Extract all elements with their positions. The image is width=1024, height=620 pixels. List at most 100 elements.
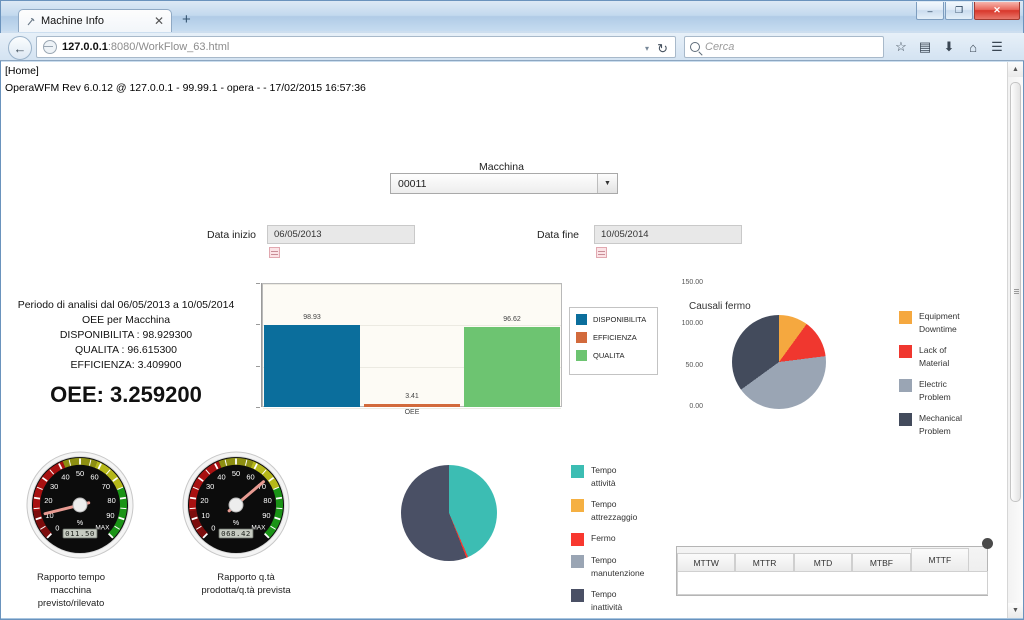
bar-chart-legend-item[interactable]: QUALITA (576, 350, 657, 361)
pie2-legend-item[interactable]: Tempo manutenzione (571, 554, 661, 580)
analysis-subtitle: OEE per Macchina (81, 314, 171, 326)
bar-chart-y-axis (261, 283, 262, 407)
analysis-period: Periodo di analisi dal 06/05/2013 a 10/0… (17, 299, 235, 311)
mtbf-column-header[interactable]: MTTW (677, 553, 736, 571)
gauge-tempo-macchina: 0 10 20 30 40 50 60 70 80 90 MAX% 011.50 (25, 450, 151, 560)
tab-machine-info[interactable]: Machine Info ✕ (18, 9, 172, 32)
bar-chart-gridline (263, 284, 561, 285)
bar-chart-legend-item[interactable]: DISPONIBILITA (576, 314, 657, 325)
svg-text:90: 90 (106, 511, 114, 520)
close-button[interactable]: ✕ (974, 2, 1020, 20)
legend-label: Tempo attrezzaggio (591, 499, 638, 522)
pie2-legend-item[interactable]: Fermo (571, 532, 661, 546)
bar-chart-y-tick-label: 0.00 (689, 403, 703, 410)
calendar-icon[interactable] (269, 247, 280, 258)
pie1-legend-item[interactable]: Electric Problem (899, 378, 1007, 404)
download-arrow-icon[interactable]: ⬇ (938, 36, 960, 58)
reader-list-icon[interactable]: ▤ (914, 36, 936, 58)
tab-favicon-icon (25, 15, 37, 27)
machine-select-value: 00011 (398, 177, 427, 190)
svg-text:MAX: MAX (95, 524, 110, 531)
pie1-legend-item[interactable]: Mechanical Problem (899, 412, 1007, 438)
chevron-down-icon[interactable]: ▼ (597, 174, 617, 193)
pie1-legend: Equipment Downtime Lack of Material Electric… (899, 310, 1007, 446)
pie2-legend-item[interactable]: Tempo attrezzaggio (571, 498, 661, 524)
pie1-legend-item[interactable]: Lack of Material (899, 344, 1007, 370)
bar-chart-bar[interactable] (464, 327, 560, 407)
search-placeholder: Cerca (705, 41, 735, 53)
pie1-legend-item[interactable]: Equipment Downtime (899, 310, 1007, 336)
legend-swatch-icon (571, 533, 584, 546)
back-button[interactable]: ← (8, 36, 32, 60)
gauge-caption: Rapporto q.tà prodotta/q.tà prevista (201, 572, 291, 596)
revision-info: OperaWFM Rev 6.0.12 @ 127.0.0.1 - 99.99.… (5, 82, 366, 94)
maximize-button[interactable]: ❐ (945, 2, 973, 20)
home-icon[interactable]: ⌂ (962, 36, 984, 58)
legend-label: Electric Problem (919, 379, 951, 402)
svg-text:40: 40 (61, 472, 69, 481)
bar-chart-legend: DISPONIBILITA EFFICIENZA QUALITA (569, 307, 658, 375)
mtbf-collapse-icon[interactable] (982, 538, 993, 549)
analysis-summary: Periodo di analisi dal 06/05/2013 a 10/0… (6, 298, 246, 408)
legend-label: Tempo attività (591, 465, 617, 488)
minimize-button[interactable]: – (916, 2, 944, 20)
window-controls: – ❐ ✕ (916, 2, 1020, 20)
mtbf-column-header[interactable]: MTBF (852, 553, 911, 571)
bar-chart-y-tick-mark (256, 365, 260, 367)
scroll-up-icon[interactable]: ▲ (1008, 62, 1023, 77)
machine-select[interactable]: 00011 ▼ (390, 173, 618, 194)
date-start-label: Data inizio (207, 229, 257, 241)
hamburger-menu-icon[interactable]: ☰ (986, 36, 1008, 58)
bar-chart-legend-item[interactable]: EFFICIENZA (576, 332, 657, 343)
analysis-efficienza: EFFICIENZA: 3.409900 (70, 359, 182, 371)
new-tab-button[interactable]: + (178, 12, 195, 28)
scroll-down-icon[interactable]: ▼ (1008, 603, 1023, 618)
bar-chart-bar[interactable] (364, 404, 460, 407)
reload-icon[interactable]: ↻ (657, 41, 668, 57)
mtbf-column-header[interactable]: MTD (793, 553, 853, 571)
vertical-scrollbar[interactable]: ▲ ▼ (1007, 62, 1023, 618)
bar-chart-y-tick-mark (256, 407, 260, 408)
scrollbar-grip-icon (1014, 289, 1019, 294)
mtbf-column-header[interactable]: MTTR (735, 553, 794, 571)
bar-chart-value-label: 98.93 (303, 314, 321, 322)
pie1-title: Causali fermo (689, 301, 751, 312)
bar-chart-y-tick-mark (256, 283, 260, 284)
legend-swatch-icon (899, 345, 912, 358)
chevron-down-icon[interactable]: ▾ (645, 44, 649, 53)
date-end-label: Data fine (537, 229, 580, 241)
calendar-icon[interactable] (596, 247, 607, 258)
date-end-input[interactable]: 10/05/2014 (594, 225, 742, 244)
bar-chart-bar[interactable] (264, 325, 360, 407)
legend-swatch-icon (571, 465, 584, 478)
bar-chart-y-tick-mark (256, 324, 260, 326)
legend-label: DISPONIBILITA (593, 315, 647, 324)
date-start-input[interactable]: 06/05/2013 (267, 225, 415, 244)
mtbf-column-header[interactable]: MTTF (910, 548, 970, 571)
bar-chart-x-label: OEE (404, 409, 420, 416)
gauge-caption: Rapporto tempo macchina previsto/rilevato (36, 572, 106, 609)
svg-text:40: 40 (217, 472, 225, 481)
tempo-pie-chart (401, 465, 497, 561)
home-link[interactable]: [Home] (5, 65, 39, 77)
pie2-legend: Tempo attività Tempo attrezzaggio Fermo Tempo… (571, 464, 661, 618)
search-input[interactable]: Cerca (684, 36, 884, 58)
svg-text:60: 60 (90, 472, 98, 481)
legend-label: Tempo manutenzione (591, 555, 645, 578)
legend-label: Fermo (591, 533, 616, 543)
scrollbar-thumb[interactable] (1010, 82, 1021, 502)
svg-text:MAX: MAX (251, 524, 266, 531)
analysis-disponibilita: DISPONIBILITA : 98.929300 (59, 329, 193, 341)
pie2-legend-item[interactable]: Tempo attività (571, 464, 661, 490)
address-bar[interactable]: 127.0.0.1:8080/WorkFlow_63.html ▾ ↻ (36, 36, 676, 58)
legend-label: EFFICIENZA (593, 333, 637, 342)
legend-swatch-icon (576, 332, 587, 343)
svg-text:50: 50 (76, 469, 84, 478)
legend-label: Equipment Downtime (919, 311, 960, 334)
bookmark-star-icon[interactable]: ☆ (890, 36, 912, 58)
mtbf-table-body (677, 571, 988, 595)
tab-close-icon[interactable]: ✕ (151, 15, 167, 27)
svg-text:011.50: 011.50 (65, 529, 95, 538)
pie2-legend-item[interactable]: Tempo inattività (571, 588, 661, 614)
tab-strip: Machine Info ✕ + (0, 9, 1024, 33)
